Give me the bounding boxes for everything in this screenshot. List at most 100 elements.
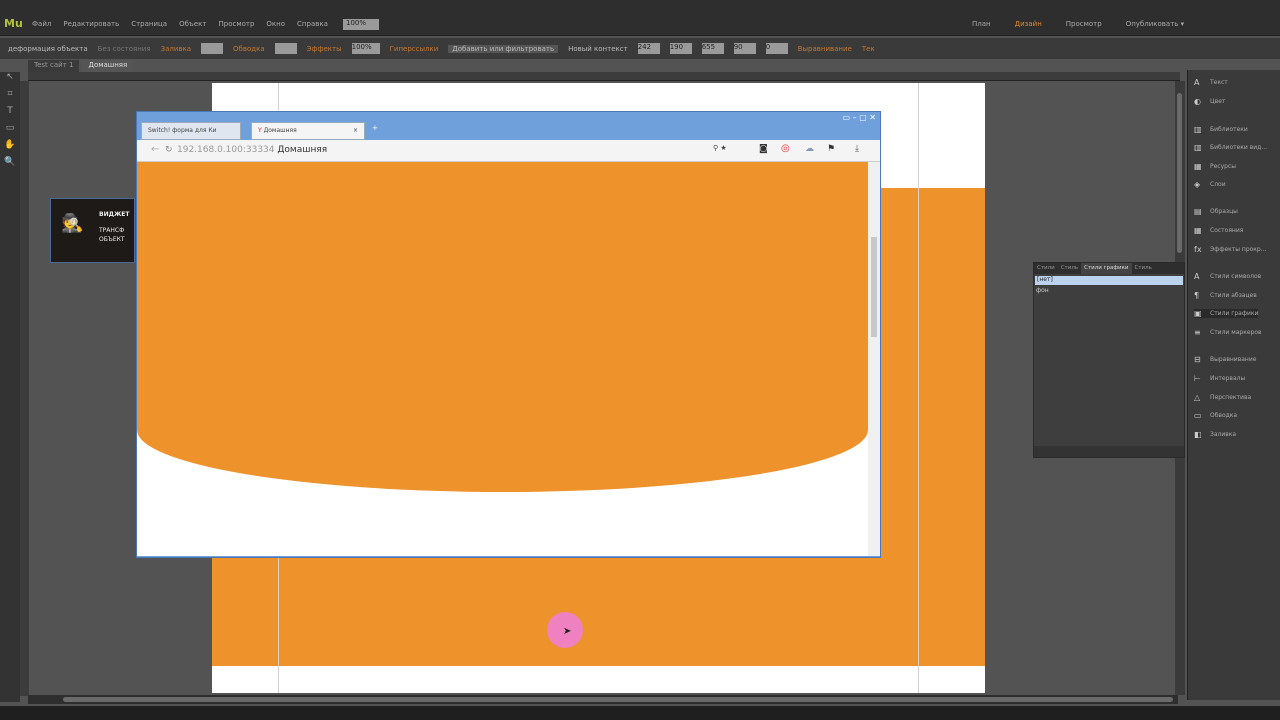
url-host: 192.168.0.100:33334 [177, 145, 275, 155]
publish-button[interactable]: Опубликовать ▾ [1126, 20, 1184, 28]
cloud-icon[interactable]: ☁ [805, 144, 814, 154]
mouse-cursor-icon: ➤ [563, 626, 572, 637]
hyperlinks-label[interactable]: Гиперссылки [390, 45, 439, 53]
back-icon[interactable]: ← [151, 144, 159, 155]
rectangle-tool-icon[interactable]: ▭ [0, 123, 20, 140]
panel-item[interactable]: ¶ Стили абзацев [1194, 291, 1257, 300]
download-icon[interactable]: ⤓ [855, 144, 859, 154]
panel-item[interactable]: ◧ Заливка [1194, 430, 1236, 439]
menu-bar: Mu Файл Редактировать Страница Объект Пр… [0, 0, 1280, 36]
widget-thumbnail[interactable]: 🕵 ВИДЖЕТ ТРАНСФ ОБЪЕКТ [50, 198, 135, 263]
tab-home[interactable]: Домашняя [82, 60, 134, 72]
fill-swatch[interactable] [201, 43, 224, 54]
panel-item[interactable]: ▤ Образцы [1194, 207, 1238, 216]
fill-label[interactable]: Заливка [161, 45, 191, 53]
menu-edit[interactable]: Редактировать [63, 20, 119, 28]
opera-icon[interactable]: ◎ [781, 143, 790, 154]
mode-design[interactable]: Дизайн [1015, 20, 1042, 28]
text-tool-icon[interactable]: T [0, 106, 20, 123]
tab-styles[interactable]: Стили [1034, 263, 1058, 274]
crop-tool-icon[interactable]: ⌗ [0, 89, 20, 106]
w-field[interactable]: 655 [701, 43, 724, 54]
states-dropdown[interactable]: Без состояния [98, 45, 151, 53]
menu-page[interactable]: Страница [131, 20, 167, 28]
tab-test-site[interactable]: Test сайт 1 [28, 60, 80, 72]
panel-item[interactable]: ▭ Обводка [1194, 411, 1237, 420]
panel-item-icon: ◐ [1194, 97, 1201, 106]
panel-item-label: Выравнивание [1210, 356, 1257, 363]
menu-window[interactable]: Окно [266, 20, 285, 28]
text-label[interactable]: Тек [862, 45, 875, 53]
widget-line: ОБЪЕКТ [99, 236, 125, 243]
x-field[interactable]: 242 [637, 43, 660, 54]
style-row-none[interactable]: [нет] [1035, 276, 1183, 285]
guide-line [918, 83, 919, 693]
panel-item[interactable]: ◈ Слои [1194, 180, 1226, 189]
right-panel-dock: A Текст ◐ Цвет ▥ Библиотеки ▥ Библиотеки вид...… [1187, 70, 1280, 700]
panel-item[interactable]: ▣ Стили графики [1194, 309, 1259, 318]
style-row-bg[interactable]: фон [1034, 287, 1184, 294]
y-field[interactable]: 190 [669, 43, 692, 54]
panel-item[interactable]: ▦ Ресурсы [1194, 162, 1236, 171]
menu-object[interactable]: Объект [179, 20, 206, 28]
menu-help[interactable]: Справка [297, 20, 328, 28]
hand-tool-icon[interactable]: ✋ [0, 140, 20, 157]
status-bar [0, 706, 1280, 720]
panel-item-icon: ▦ [1194, 162, 1202, 171]
flag-icon[interactable]: ⚑ [827, 144, 835, 154]
angle-field[interactable]: 0 [765, 43, 788, 54]
new-tab-button[interactable]: + [372, 124, 378, 132]
panel-item-label: Заливка [1210, 431, 1237, 438]
panel-item[interactable]: ⊢ Интервалы [1194, 374, 1245, 383]
mode-preview[interactable]: Просмотр [1066, 20, 1102, 28]
browser-tab[interactable]: Switch! форма для Ки [141, 122, 241, 140]
panel-item[interactable]: ⊟ Выравнивание [1194, 355, 1256, 364]
menu-file[interactable]: Файл [32, 20, 51, 28]
url-field[interactable]: 192.168.0.100:33334 Домашняя [177, 145, 327, 155]
protect-icon[interactable]: ⚲ ★ [713, 144, 727, 152]
panel-item-icon: ◧ [1194, 430, 1202, 439]
tab-style-2[interactable]: Стиль [1132, 263, 1155, 274]
scrollbar-thumb[interactable] [871, 237, 877, 337]
link-dropdown[interactable]: Добавить или фильтровать [448, 44, 559, 53]
zoom-tool-icon[interactable]: 🔍 [0, 157, 20, 174]
close-tab-icon[interactable]: × [353, 127, 358, 134]
panel-item-label: Стили маркеров [1210, 329, 1262, 336]
canvas-horizontal-scrollbar[interactable] [28, 695, 1178, 704]
effects-label[interactable]: Эффекты [307, 45, 342, 53]
panel-item-icon: ▣ [1194, 309, 1202, 318]
app-logo: Mu [4, 17, 23, 30]
panel-item[interactable]: ▦ Состояния [1194, 226, 1243, 235]
panel-item[interactable]: ▥ Библиотеки вид... [1194, 143, 1267, 152]
panel-item-icon: ◈ [1194, 180, 1201, 189]
panel-item[interactable]: △ Перспектива [1194, 393, 1251, 402]
panel-item[interactable]: A Текст [1194, 78, 1228, 87]
selection-tool-icon[interactable]: ↖ [0, 72, 20, 89]
reload-icon[interactable]: ↻ [165, 145, 173, 155]
zoom-select[interactable]: 100% [343, 19, 379, 30]
panel-item[interactable]: A Стили символов [1194, 272, 1261, 281]
mode-plan[interactable]: План [972, 20, 991, 28]
panel-item[interactable]: ◐ Цвет [1194, 97, 1225, 106]
tab-style[interactable]: Стиль [1058, 263, 1081, 274]
h-field[interactable]: 90 [733, 43, 756, 54]
stroke-width[interactable] [274, 43, 297, 54]
widget-title: ВИДЖЕТ [99, 211, 130, 218]
panel-item[interactable]: ▥ Библиотеки [1194, 125, 1248, 134]
browser-tab-active[interactable]: Y Домашняя × [251, 122, 365, 140]
tab-graphic-styles[interactable]: Стили графики [1081, 263, 1132, 274]
extension-icon[interactable]: ◙ [759, 144, 768, 154]
align-label[interactable]: Выравнивание [798, 45, 852, 53]
address-bar[interactable]: ← ↻ 192.168.0.100:33334 Домашняя ⚲ ★ ◙ ◎… [137, 140, 880, 162]
page-content [137, 162, 868, 556]
panel-item[interactable]: ≡ Стили маркеров [1194, 328, 1262, 337]
stroke-label[interactable]: Обводка [233, 45, 265, 53]
panel-item[interactable]: fx Эффекты прокр... [1194, 245, 1266, 254]
opacity-field[interactable]: 100% [351, 43, 380, 54]
browser-scrollbar[interactable] [868, 162, 880, 556]
control-toolbar: деформация объекта Без состояния Заливка… [0, 38, 1280, 59]
panel-item-label: Эффекты прокр... [1210, 246, 1267, 253]
menu-view[interactable]: Просмотр [218, 20, 254, 28]
new-window-check[interactable]: Новый контекст [568, 45, 628, 53]
panel-item-icon: ▤ [1194, 207, 1202, 216]
